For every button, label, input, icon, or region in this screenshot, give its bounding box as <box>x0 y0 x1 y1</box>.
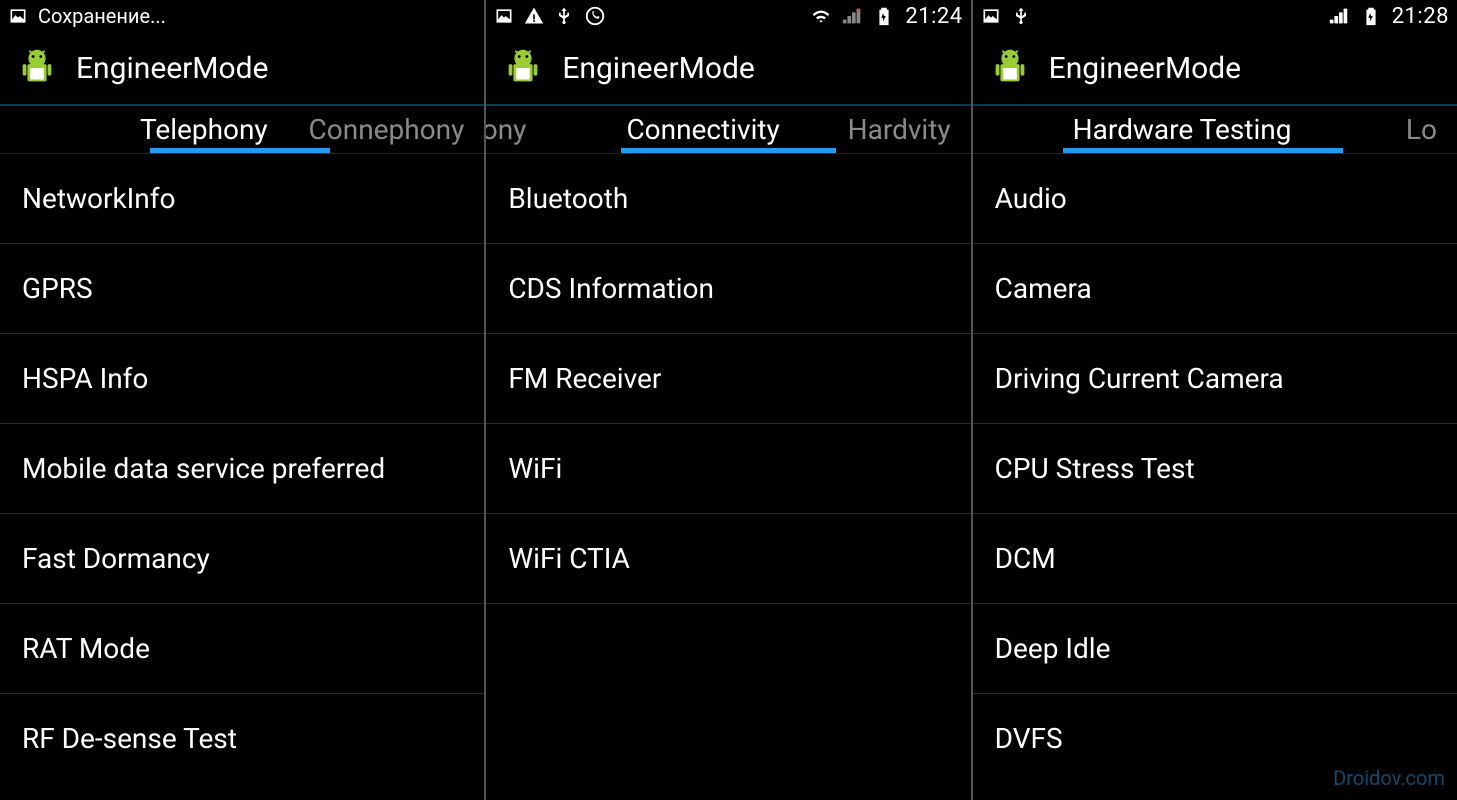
action-bar: EngineerMode <box>486 32 970 106</box>
tab-strip: Telephony Connephony <box>0 106 484 154</box>
list-item[interactable]: Mobile data service preferred <box>0 424 484 514</box>
list: Audio Camera Driving Current Camera CPU … <box>973 154 1457 800</box>
image-icon <box>981 6 1001 26</box>
status-bar: 21:28 <box>973 0 1457 32</box>
list-item[interactable]: Bluetooth <box>486 154 970 244</box>
battery-charging-icon <box>873 5 895 27</box>
android-icon <box>987 45 1033 91</box>
list-item[interactable]: CPU Stress Test <box>973 424 1457 514</box>
android-icon <box>500 45 546 91</box>
signal-icon <box>1328 5 1350 27</box>
action-bar: EngineerMode <box>0 32 484 106</box>
list-item[interactable]: DVFS <box>973 694 1457 783</box>
list-item[interactable]: RF De-sense Test <box>0 694 484 783</box>
list-item[interactable]: DCM <box>973 514 1457 604</box>
signal-icon: x <box>841 5 863 27</box>
tab-telephony[interactable]: Telephony <box>120 106 288 153</box>
tab-next-partial[interactable]: Connephony <box>289 106 485 153</box>
tab-hardware-testing[interactable]: Hardware Testing <box>1053 106 1312 153</box>
phone-screenshot-3: 21:28 EngineerMode Hardware Testing Lo A… <box>973 0 1457 800</box>
usb-icon <box>1011 6 1031 26</box>
image-icon <box>494 6 514 26</box>
tab-connectivity[interactable]: Connectivity <box>606 106 799 153</box>
tab-next-partial[interactable]: Hardvity <box>828 106 971 153</box>
app-title: EngineerMode <box>562 51 754 86</box>
list-item[interactable]: Camera <box>973 244 1457 334</box>
warning-icon <box>524 6 544 26</box>
list-item[interactable]: NetworkInfo <box>0 154 484 244</box>
list: NetworkInfo GPRS HSPA Info Mobile data s… <box>0 154 484 800</box>
app-title: EngineerMode <box>76 51 268 86</box>
status-text: Сохранение... <box>38 4 166 28</box>
status-bar: Сохранение... <box>0 0 484 32</box>
list: Bluetooth CDS Information FM Receiver Wi… <box>486 154 970 800</box>
tab-next-partial[interactable]: Lo <box>1386 106 1457 153</box>
phone-screenshot-1: Сохранение... EngineerMode Telephony Con… <box>0 0 484 800</box>
list-item[interactable]: Audio <box>973 154 1457 244</box>
list-item[interactable]: Deep Idle <box>973 604 1457 694</box>
status-bar: x 21:24 <box>486 0 970 32</box>
viber-icon <box>584 5 606 27</box>
list-item[interactable]: FM Receiver <box>486 334 970 424</box>
status-time: 21:28 <box>1392 4 1449 29</box>
status-time: 21:24 <box>905 4 962 29</box>
tab-strip: hony Connectivity Hardvity <box>486 106 970 154</box>
tab-strip: Hardware Testing Lo <box>973 106 1457 154</box>
list-item[interactable]: WiFi <box>486 424 970 514</box>
android-icon <box>14 45 60 91</box>
action-bar: EngineerMode <box>973 32 1457 106</box>
tab-prev-partial[interactable]: hony <box>486 106 546 153</box>
svg-text:x: x <box>858 5 862 14</box>
app-title: EngineerMode <box>1049 51 1241 86</box>
usb-icon <box>554 6 574 26</box>
list-item[interactable]: GPRS <box>0 244 484 334</box>
phone-screenshot-2: x 21:24 EngineerMode hony Connectivity H… <box>486 0 970 800</box>
image-icon <box>8 6 28 26</box>
list-item[interactable]: CDS Information <box>486 244 970 334</box>
list-item[interactable]: RAT Mode <box>0 604 484 694</box>
list-item[interactable]: Driving Current Camera <box>973 334 1457 424</box>
list-item[interactable]: WiFi CTIA <box>486 514 970 604</box>
wifi-icon <box>811 6 831 26</box>
list-item[interactable]: HSPA Info <box>0 334 484 424</box>
list-item[interactable]: Fast Dormancy <box>0 514 484 604</box>
battery-charging-icon <box>1360 5 1382 27</box>
